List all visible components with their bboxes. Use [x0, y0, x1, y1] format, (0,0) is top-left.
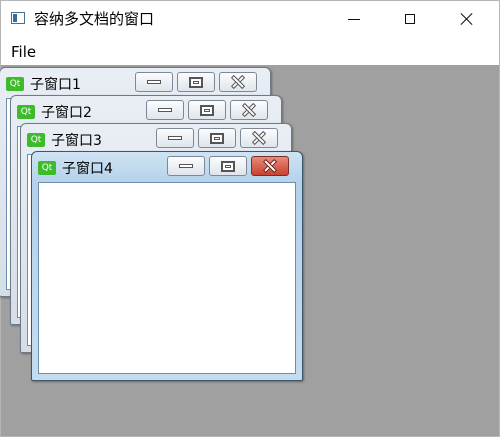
qt-icon: Qt: [6, 77, 24, 91]
subwindow-maximize-button[interactable]: [188, 100, 226, 120]
main-window: 容纳多文档的窗口 File Qt 子窗口1 Qt 子窗口2 Qt 子窗口3 Qt…: [0, 0, 500, 437]
window-title: 容纳多文档的窗口: [34, 10, 155, 28]
subwindow-minimize-button[interactable]: [146, 100, 184, 120]
subwindow-title-bar[interactable]: Qt 子窗口4: [38, 158, 113, 178]
close-icon: [252, 132, 266, 144]
restore-icon: [210, 132, 224, 144]
maximize-button[interactable]: [387, 1, 433, 37]
subwindow-title: 子窗口3: [51, 133, 102, 149]
subwindow-title-bar[interactable]: Qt 子窗口2: [17, 102, 92, 122]
subwindow-content[interactable]: [38, 182, 296, 374]
subwindow-maximize-button[interactable]: [177, 72, 215, 92]
subwindow-close-button[interactable]: [240, 128, 278, 148]
restore-icon: [189, 76, 203, 88]
restore-icon: [221, 160, 235, 172]
menu-bar: File: [1, 37, 499, 65]
subwindow-minimize-button[interactable]: [167, 156, 205, 176]
minimize-icon: [348, 18, 360, 20]
subwindow-title: 子窗口1: [30, 77, 81, 93]
menu-file[interactable]: File: [11, 43, 36, 61]
close-icon: [231, 76, 245, 88]
minimize-icon: [168, 136, 182, 140]
app-window-icon: [11, 12, 25, 24]
minimize-icon: [147, 80, 161, 84]
subwindow-title-bar[interactable]: Qt 子窗口1: [6, 74, 81, 94]
title-bar[interactable]: 容纳多文档的窗口: [1, 1, 499, 37]
subwindow-4[interactable]: Qt 子窗口4: [31, 151, 303, 381]
subwindow-close-button[interactable]: [219, 72, 257, 92]
restore-icon: [200, 104, 214, 116]
minimize-icon: [179, 164, 193, 168]
qt-icon: Qt: [17, 105, 35, 119]
close-icon: [242, 104, 256, 116]
subwindow-title: 子窗口2: [41, 105, 92, 121]
subwindow-title: 子窗口4: [62, 161, 113, 177]
subwindow-maximize-button[interactable]: [198, 128, 236, 148]
qt-icon: Qt: [38, 161, 56, 175]
subwindow-title-bar[interactable]: Qt 子窗口3: [27, 130, 102, 150]
mdi-area[interactable]: Qt 子窗口1 Qt 子窗口2 Qt 子窗口3 Qt 子窗口4: [0, 65, 499, 436]
close-icon: [460, 12, 474, 26]
minimize-button[interactable]: [331, 1, 377, 37]
close-icon: [263, 160, 277, 172]
minimize-icon: [158, 108, 172, 112]
subwindow-close-button[interactable]: [230, 100, 268, 120]
subwindow-maximize-button[interactable]: [209, 156, 247, 176]
subwindow-minimize-button[interactable]: [156, 128, 194, 148]
qt-icon: Qt: [27, 133, 45, 147]
maximize-icon: [405, 14, 415, 24]
subwindow-minimize-button[interactable]: [135, 72, 173, 92]
subwindow-close-button[interactable]: [251, 156, 289, 176]
close-button[interactable]: [444, 1, 490, 37]
